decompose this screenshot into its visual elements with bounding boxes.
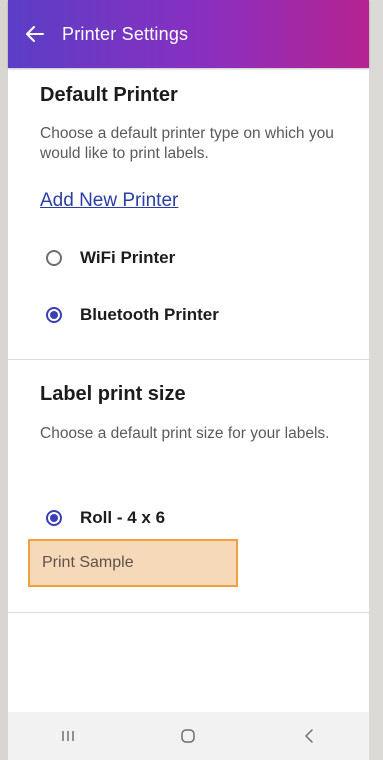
wifi-printer-option[interactable]: WiFi Printer <box>46 248 175 268</box>
label-print-size-heading: Label print size <box>40 383 186 405</box>
wifi-printer-label: WiFi Printer <box>80 248 176 267</box>
device-frame-right <box>369 0 383 760</box>
label-print-size-description: Choose a default print size for your lab… <box>40 425 330 442</box>
app-bar: Printer Settings <box>8 0 369 68</box>
default-printer-description: Choose a default printer type on which y… <box>40 125 334 162</box>
home-icon <box>180 728 196 744</box>
wifi-printer-radio[interactable] <box>46 250 62 266</box>
page-title: Printer Settings <box>62 23 189 44</box>
back-button[interactable] <box>8 0 62 68</box>
default-printer-heading: Default Printer <box>40 84 178 106</box>
recent-apps-button[interactable] <box>38 712 98 760</box>
system-nav-bar <box>8 712 369 760</box>
arrow-left-icon <box>26 26 44 42</box>
bluetooth-printer-radio[interactable] <box>46 307 62 323</box>
section-divider <box>8 359 369 360</box>
device-frame-left <box>0 0 8 760</box>
bluetooth-printer-label: Bluetooth Printer <box>80 305 219 324</box>
bluetooth-printer-option[interactable]: Bluetooth Printer <box>46 305 219 325</box>
section-divider-bottom <box>8 612 369 613</box>
print-sample-button[interactable]: Print Sample <box>28 539 238 587</box>
phone-screen: Printer Settings Default Printer Choose … <box>0 0 383 760</box>
home-button[interactable] <box>158 712 218 760</box>
back-icon <box>303 728 315 744</box>
add-new-printer-link[interactable]: Add New Printer <box>40 190 178 212</box>
settings-page: Printer Settings Default Printer Choose … <box>8 0 369 760</box>
system-back-button[interactable] <box>279 712 339 760</box>
recent-apps-icon <box>61 729 75 743</box>
roll-4x6-option[interactable]: Roll - 4 x 6 <box>46 508 165 528</box>
roll-4x6-radio[interactable] <box>46 510 62 526</box>
roll-4x6-label: Roll - 4 x 6 <box>80 508 166 527</box>
